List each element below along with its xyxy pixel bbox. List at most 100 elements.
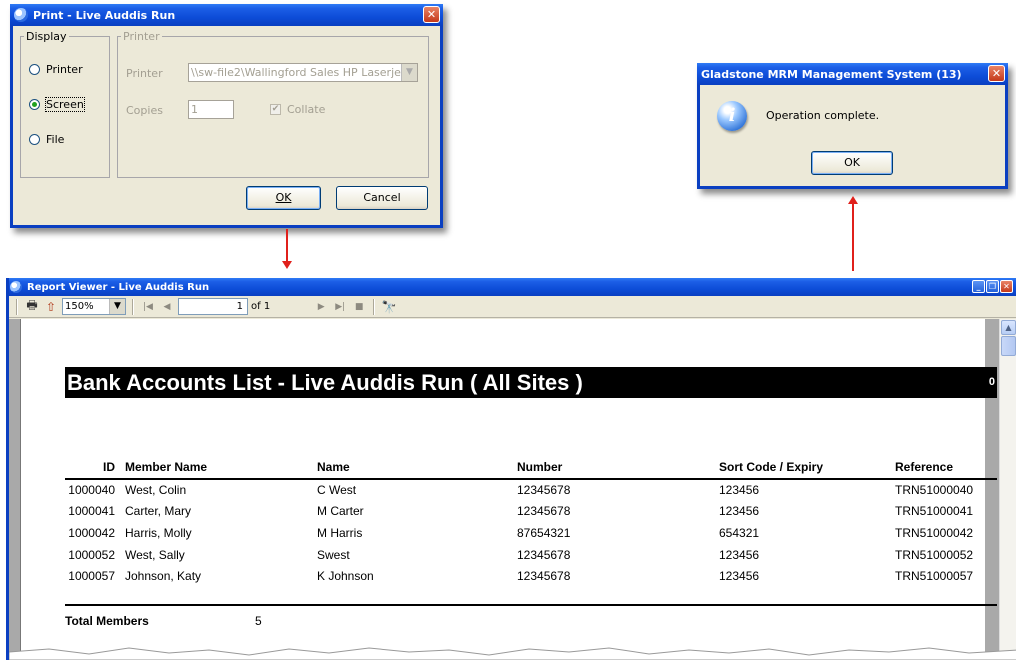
print-dialog-title: Print - Live Auddis Run (33, 8, 176, 22)
column-header-id: ID (65, 455, 125, 480)
total-members-label: Total Members (65, 614, 149, 628)
printer-select[interactable]: \\sw-file2\Wallingford Sales HP Laserje … (188, 63, 418, 82)
report-viewer-window: Report Viewer - Live Auddis Run _ ❐ ✕ 🖶 … (6, 278, 1016, 660)
cell-member-name: West, Sally (125, 547, 185, 562)
close-icon[interactable]: ✕ (988, 65, 1005, 82)
copies-field[interactable]: 1 (188, 100, 234, 119)
table-row: 1000041 Carter, Mary M Carter 12345678 1… (65, 501, 997, 523)
chevron-down-icon[interactable]: ▼ (109, 299, 125, 314)
radio-file[interactable]: File (29, 133, 64, 146)
vertical-scrollbar[interactable]: ▲ (999, 319, 1016, 660)
chevron-down-icon[interactable]: ▼ (401, 64, 417, 81)
cell-name: K Johnson (317, 569, 374, 584)
radio-printer[interactable]: Printer (29, 63, 83, 76)
last-page-icon[interactable]: ▶| (332, 302, 348, 312)
close-icon[interactable]: ✕ (1000, 280, 1013, 293)
arrow-up-line (852, 204, 854, 271)
cell-reference: TRN51000057 (895, 569, 974, 584)
app-icon (10, 281, 22, 293)
ok-button[interactable]: OK (246, 186, 321, 210)
cancel-button[interactable]: Cancel (336, 186, 428, 210)
radio-screen-indicator[interactable] (29, 99, 40, 110)
cell-name: Swest (317, 547, 350, 562)
ok-button-label: OK (275, 191, 292, 204)
radio-printer-label: Printer (46, 63, 83, 76)
report-page: Bank Accounts List - Live Auddis Run ( A… (20, 319, 997, 660)
close-icon[interactable]: ✕ (423, 6, 440, 23)
app-icon (14, 8, 28, 22)
column-header-member-name: Member Name (125, 455, 317, 480)
print-dialog-title-bar[interactable]: Print - Live Auddis Run ✕ (10, 4, 443, 26)
cell-name: M Harris (317, 525, 363, 540)
cell-number: 87654321 (517, 525, 571, 540)
total-members-row: Total Members 5 (65, 604, 997, 628)
message-box-title: Gladstone MRM Management System (13) (701, 67, 962, 81)
table-row: 1000042 Harris, Molly M Harris 87654321 … (65, 522, 997, 544)
column-header-sort-code: Sort Code / Expiry (719, 455, 895, 480)
arrow-down-line (286, 229, 288, 261)
report-title: Bank Accounts List - Live Auddis Run ( A… (67, 370, 583, 395)
stop-icon[interactable]: ■ (351, 302, 367, 312)
torn-edge (9, 647, 1016, 660)
display-group-label: Display (26, 30, 67, 43)
copies-label: Copies (126, 104, 163, 117)
cell-reference: TRN51000040 (895, 483, 974, 498)
cell-number: 12345678 (517, 569, 571, 584)
scroll-up-icon[interactable]: ▲ (1001, 320, 1016, 335)
cell-id: 1000041 (68, 504, 115, 519)
print-dialog: Print - Live Auddis Run ✕ Display Printe… (10, 4, 443, 228)
table-row: 1000057 Johnson, Katy K Johnson 12345678… (65, 565, 997, 587)
column-header-reference: Reference (895, 455, 997, 480)
info-icon: i (717, 101, 747, 131)
cell-reference: TRN51000042 (895, 525, 974, 540)
prev-page-icon[interactable]: ◀ (159, 302, 175, 312)
report-canvas: Bank Accounts List - Live Auddis Run ( A… (9, 319, 1016, 660)
cancel-button-label: Cancel (363, 191, 401, 204)
report-page-number: 0 (988, 376, 995, 388)
radio-screen[interactable]: Screen (29, 97, 85, 112)
zoom-select[interactable]: 150% ▼ (62, 298, 126, 315)
toolbar-separator (373, 298, 376, 315)
cell-name: M Carter (317, 504, 364, 519)
zoom-value: 150% (65, 301, 94, 312)
cell-member-name: Carter, Mary (125, 504, 192, 519)
column-header-number: Number (517, 455, 719, 480)
radio-file-indicator[interactable] (29, 134, 40, 145)
print-icon[interactable]: 🖶 (24, 296, 40, 317)
page-number-field[interactable]: 1 (178, 298, 248, 315)
cell-id: 1000057 (68, 569, 115, 584)
table-row: 1000040 West, Colin C West 12345678 1234… (65, 479, 997, 501)
toolbar-grip (16, 298, 18, 315)
window-controls: _ ❐ ✕ (972, 280, 1013, 293)
collate-checkbox[interactable]: ✔ (270, 104, 281, 115)
report-viewer-title: Report Viewer - Live Auddis Run (27, 281, 210, 293)
export-icon[interactable]: ⇧ (43, 300, 59, 314)
radio-printer-indicator[interactable] (29, 64, 40, 75)
cell-id: 1000040 (68, 483, 115, 498)
cell-reference: TRN51000052 (895, 547, 974, 562)
minimize-icon[interactable]: _ (972, 280, 985, 293)
cell-member-name: West, Colin (125, 483, 187, 498)
first-page-icon[interactable]: |◀ (140, 302, 156, 312)
report-table: ID Member Name Name Number Sort Code / E… (65, 455, 997, 587)
next-page-icon[interactable]: ▶ (313, 302, 329, 312)
printer-label: Printer (126, 67, 163, 80)
arrow-up-head (848, 196, 858, 204)
printer-group: Printer Printer \\sw-file2\Wallingford S… (117, 30, 429, 178)
cell-member-name: Harris, Molly (125, 525, 192, 540)
message-box-title-bar[interactable]: Gladstone MRM Management System (13) ✕ (697, 63, 1008, 85)
message-ok-button[interactable]: OK (811, 151, 893, 175)
printer-select-value: \\sw-file2\Wallingford Sales HP Laserje (191, 66, 401, 79)
printer-group-label: Printer (123, 30, 160, 43)
table-row: 1000052 West, Sally Swest 12345678 12345… (65, 544, 997, 566)
report-viewer-title-bar[interactable]: Report Viewer - Live Auddis Run _ ❐ ✕ (9, 278, 1016, 296)
restore-icon[interactable]: ❐ (986, 280, 999, 293)
cell-id: 1000042 (68, 525, 115, 540)
find-icon[interactable]: 🔭 (381, 300, 397, 314)
message-text: Operation complete. (766, 109, 880, 122)
table-header-row: ID Member Name Name Number Sort Code / E… (65, 455, 997, 480)
collate-label: Collate (287, 103, 326, 116)
arrow-down-head (282, 261, 292, 269)
cell-sort-code: 123456 (719, 483, 760, 498)
scrollbar-thumb[interactable] (1001, 336, 1016, 356)
